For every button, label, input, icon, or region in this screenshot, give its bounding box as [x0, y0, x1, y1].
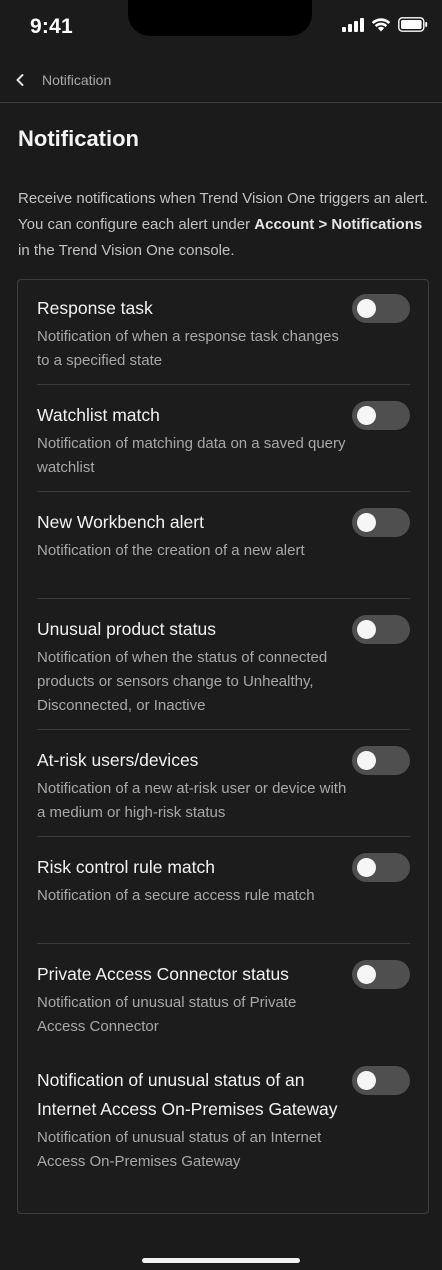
divider — [37, 836, 410, 837]
battery-icon — [398, 17, 428, 32]
wifi-icon — [371, 18, 391, 32]
setting-row-internet-access-gateway: Notification of unusual status of an Int… — [37, 1066, 410, 1174]
status-time: 9:41 — [30, 15, 73, 38]
at-risk-users-toggle[interactable] — [352, 746, 410, 775]
notification-settings-card: Response task Notification of when a res… — [17, 279, 429, 1214]
description-path: Account > Notifications — [254, 216, 423, 233]
chevron-left-icon — [16, 74, 24, 86]
setting-description: Notification of a secure access rule mat… — [37, 887, 315, 904]
divider — [37, 943, 410, 944]
risk-control-rule-match-toggle[interactable] — [352, 853, 410, 882]
device-notch — [128, 0, 312, 36]
watchlist-match-toggle[interactable] — [352, 401, 410, 430]
setting-title: Watchlist match — [37, 405, 160, 425]
internet-access-gateway-toggle[interactable] — [352, 1066, 410, 1095]
toggle-knob — [357, 513, 376, 532]
toggle-knob — [357, 751, 376, 770]
toggle-knob — [357, 1071, 376, 1090]
setting-description: Notification of when the status of conne… — [37, 649, 328, 714]
page-description: Receive notifications when Trend Vision … — [18, 186, 433, 264]
setting-title: Unusual product status — [37, 619, 216, 639]
setting-row-risk-control-rule-match: Risk control rule match Notification of … — [37, 853, 410, 908]
setting-title: New Workbench alert — [37, 512, 204, 532]
toggle-knob — [357, 965, 376, 984]
response-task-toggle[interactable] — [352, 294, 410, 323]
setting-description: Notification of a new at-risk user or de… — [37, 780, 347, 821]
toggle-knob — [357, 620, 376, 639]
setting-row-unusual-product-status: Unusual product status Notification of w… — [37, 615, 410, 718]
setting-description: Notification of matching data on a saved… — [37, 435, 346, 476]
divider — [37, 384, 410, 385]
setting-title: Notification of unusual status of an Int… — [37, 1070, 338, 1119]
back-label: Notification — [42, 72, 112, 88]
setting-title: Response task — [37, 298, 153, 318]
setting-description: Notification of unusual status of an Int… — [37, 1129, 322, 1170]
setting-row-private-access-connector: Private Access Connector status Notifica… — [37, 960, 410, 1039]
divider — [37, 598, 410, 599]
divider — [37, 491, 410, 492]
toggle-knob — [357, 299, 376, 318]
navigation-bar: Notification — [0, 58, 442, 103]
back-button[interactable]: Notification — [14, 70, 124, 90]
private-access-connector-toggle[interactable] — [352, 960, 410, 989]
new-workbench-alert-toggle[interactable] — [352, 508, 410, 537]
setting-title: At-risk users/devices — [37, 750, 199, 770]
setting-title: Risk control rule match — [37, 857, 215, 877]
cellular-signal-icon — [342, 17, 364, 32]
toggle-knob — [357, 406, 376, 425]
toggle-knob — [357, 858, 376, 877]
status-bar: 9:41 — [0, 0, 442, 58]
divider — [37, 729, 410, 730]
page-title: Notification — [18, 126, 139, 151]
setting-row-watchlist-match: Watchlist match Notification of matching… — [37, 401, 410, 480]
setting-row-response-task: Response task Notification of when a res… — [37, 294, 410, 373]
setting-description: Notification of unusual status of Privat… — [37, 994, 297, 1035]
setting-description: Notification of when a response task cha… — [37, 328, 339, 369]
setting-description: Notification of the creation of a new al… — [37, 542, 305, 559]
unusual-product-status-toggle[interactable] — [352, 615, 410, 644]
status-icons — [342, 17, 428, 32]
description-text-end: in the Trend Vision One console. — [18, 242, 235, 259]
setting-row-at-risk-users: At-risk users/devices Notification of a … — [37, 746, 410, 825]
setting-title: Private Access Connector status — [37, 964, 289, 984]
setting-row-new-workbench-alert: New Workbench alert Notification of the … — [37, 508, 410, 563]
home-indicator[interactable] — [142, 1258, 300, 1263]
